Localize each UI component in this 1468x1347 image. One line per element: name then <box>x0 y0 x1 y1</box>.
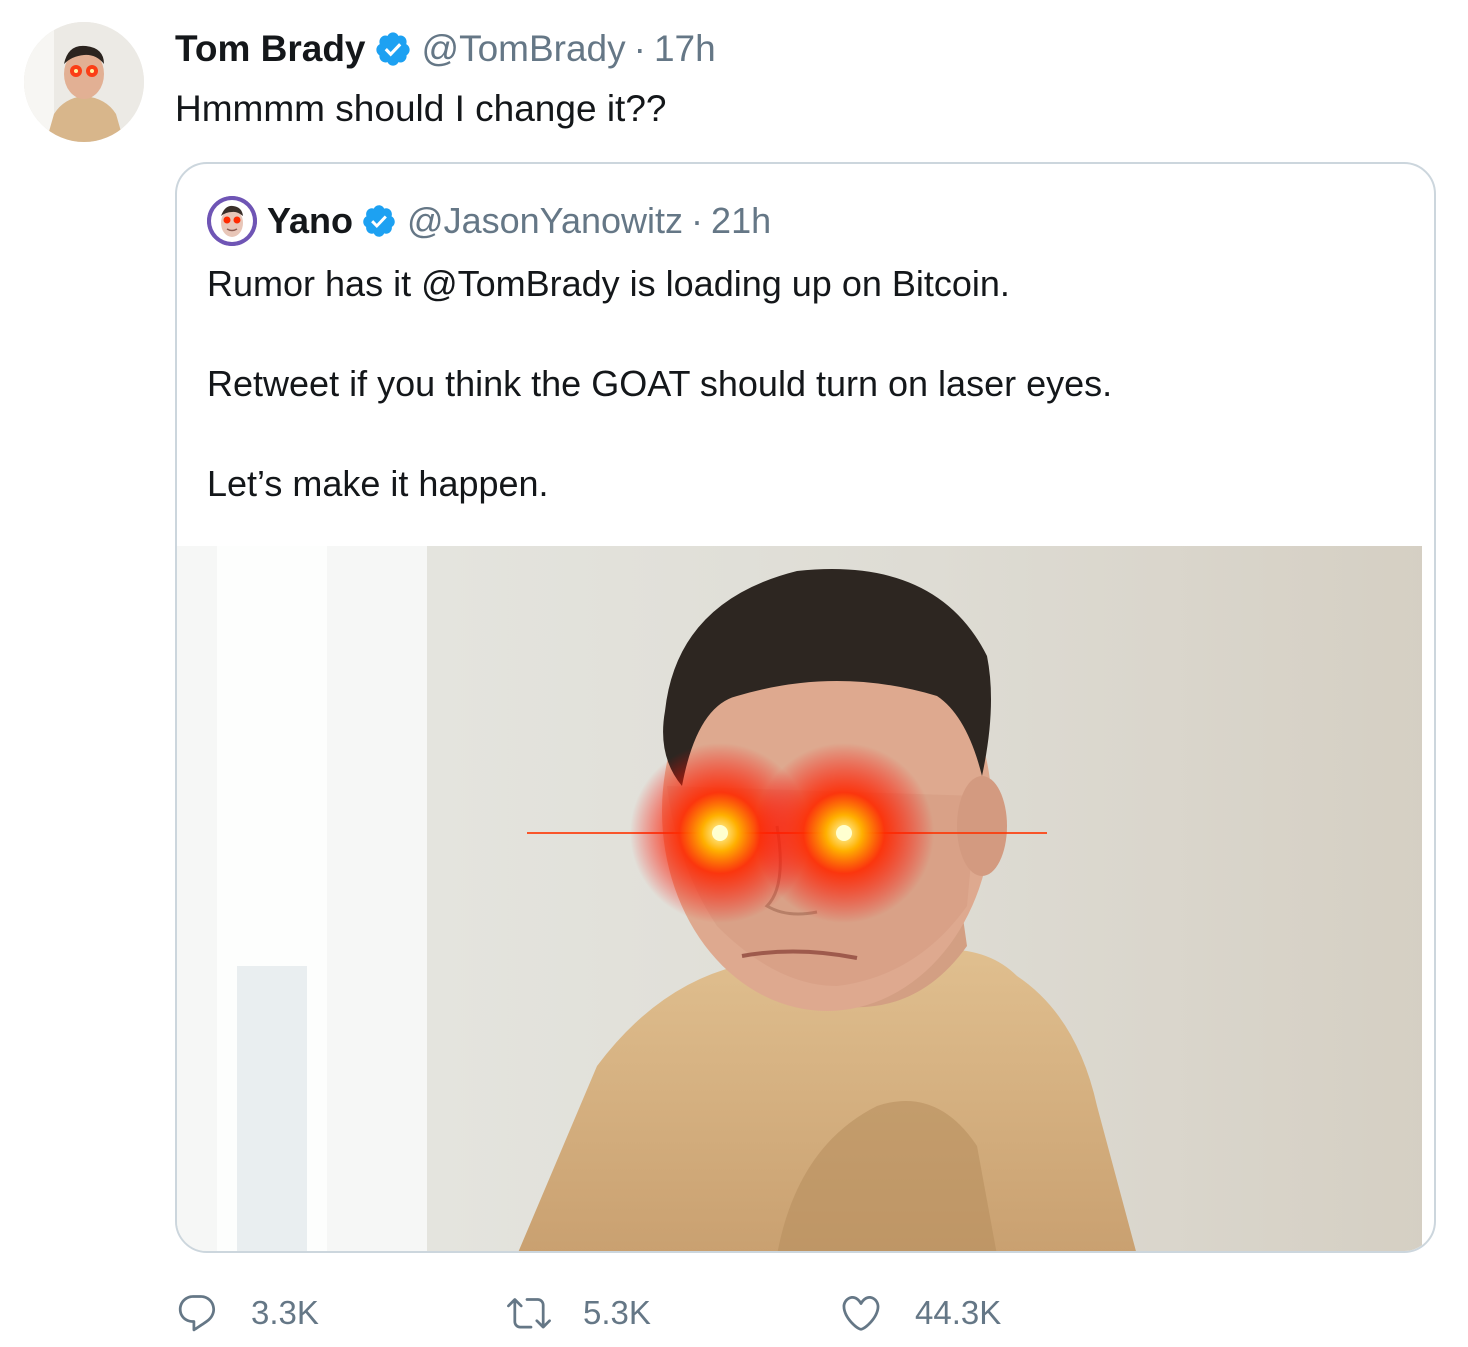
laser-eyes-photo <box>177 546 1430 1251</box>
verified-badge-icon <box>361 203 397 239</box>
quoted-tweet-text: Rumor has it @TomBrady is loading up on … <box>207 262 1407 562</box>
quoted-tweet-timestamp[interactable]: 21h <box>711 199 771 243</box>
quoted-avatar-image <box>207 196 257 246</box>
heart-icon <box>842 1295 880 1331</box>
retweet-icon <box>507 1298 551 1329</box>
tweet-timestamp[interactable]: 17h <box>654 26 716 72</box>
quoted-tweet-header: Yano @JasonYanowitz · 21h <box>207 196 771 246</box>
quoted-text-line: Let’s make it happen. <box>207 463 549 504</box>
quoted-tweet-card[interactable]: Yano @JasonYanowitz · 21h Rumor has it @… <box>175 162 1436 1253</box>
like-count: 44.3K <box>915 1294 1002 1331</box>
quoted-author-handle[interactable]: @JasonYanowitz <box>407 199 683 243</box>
reply-button[interactable]: 3.3K <box>175 1290 319 1336</box>
author-name[interactable]: Tom Brady <box>175 26 366 72</box>
avatar-image <box>24 22 144 142</box>
tweet-header: Tom Brady @TomBrady · 17h <box>175 26 716 72</box>
tweet-text: Hmmmm should I change it?? <box>175 88 667 129</box>
retweet-button[interactable]: 5.3K <box>507 1290 651 1336</box>
author-handle[interactable]: @TomBrady <box>422 26 626 72</box>
author-avatar[interactable] <box>24 22 144 142</box>
quoted-author-avatar <box>207 196 257 246</box>
tweet-actions: 3.3K 5.3K 44.3K <box>175 1290 1175 1336</box>
reply-count: 3.3K <box>251 1294 319 1331</box>
like-button[interactable]: 44.3K <box>839 1290 1001 1336</box>
retweet-count: 5.3K <box>583 1294 651 1331</box>
quoted-author-name[interactable]: Yano <box>267 199 353 243</box>
quoted-tweet-photo[interactable] <box>177 546 1430 1251</box>
quoted-text-line: Rumor has it @TomBrady is loading up on … <box>207 263 1010 304</box>
separator-dot: · <box>633 28 646 69</box>
verified-badge-icon <box>374 30 412 68</box>
quoted-text-line: Retweet if you think the GOAT should tur… <box>207 363 1113 404</box>
reply-icon <box>178 1295 216 1332</box>
separator-dot: · <box>691 200 704 241</box>
